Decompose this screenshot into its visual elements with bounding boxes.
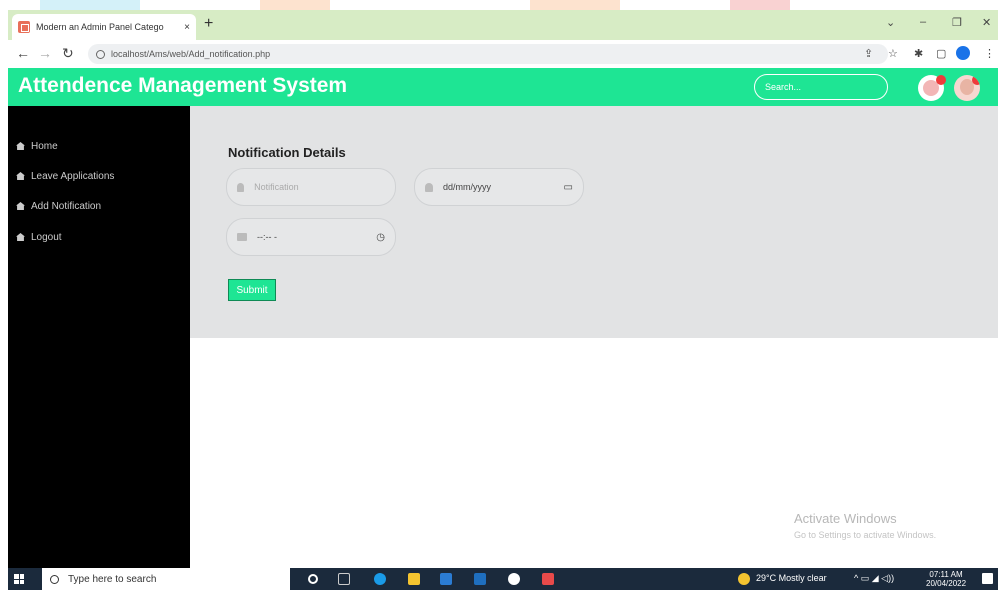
clock-time: 07:11 AM (929, 570, 963, 579)
sidebar-item-logout[interactable]: Logout (16, 229, 62, 245)
tab-close-icon[interactable]: × (184, 22, 190, 33)
home-icon (16, 142, 25, 150)
clock-date: 20/04/2022 (926, 579, 967, 588)
file-explorer-icon[interactable] (408, 573, 420, 585)
search-icon (50, 574, 59, 584)
envelope-icon (237, 233, 247, 241)
time-input[interactable]: --:-- - (257, 232, 376, 242)
date-field[interactable]: dd/mm/yyyy ▭ (414, 168, 584, 206)
windows-start-icon[interactable] (14, 574, 24, 584)
search-input[interactable] (754, 74, 888, 100)
edge-browser-icon[interactable] (374, 573, 386, 585)
date-input[interactable]: dd/mm/yyyy (443, 182, 564, 192)
task-view-icon[interactable] (338, 573, 350, 585)
home-icon (16, 202, 25, 210)
home-icon (16, 172, 25, 180)
site-info-icon[interactable] (96, 49, 105, 59)
menu-kebab-icon[interactable]: ⋮ (984, 47, 995, 60)
close-window-button[interactable]: ✕ (982, 16, 991, 29)
weather-text[interactable]: 29°C Mostly clear (756, 573, 827, 583)
profile-avatar-icon[interactable] (956, 46, 970, 60)
favicon-icon (18, 21, 30, 33)
forward-arrow-icon[interactable]: → (38, 45, 52, 61)
address-bar[interactable]: localhost/Ams/web/Add_notification.php (88, 44, 888, 64)
side-panel-icon[interactable]: ▢ (936, 47, 946, 60)
minimize-button[interactable]: – (920, 16, 926, 28)
calendar-icon[interactable]: ▭ (564, 182, 573, 193)
tab-title: Modern an Admin Panel Catego (36, 22, 164, 32)
taskbar-search[interactable]: Type here to search (42, 568, 290, 590)
activate-windows-subtitle: Go to Settings to activate Windows. (794, 530, 937, 540)
maximize-button[interactable]: ❐ (952, 16, 962, 29)
action-center-icon[interactable] (982, 573, 993, 584)
cortana-icon[interactable] (308, 574, 318, 584)
weather-moon-icon[interactable] (738, 573, 750, 585)
user-icon (237, 182, 245, 192)
reload-icon[interactable]: ↻ (62, 45, 74, 62)
notification-input[interactable] (254, 182, 385, 192)
app-title: Attendence Management System (18, 74, 348, 97)
taskbar-clock[interactable]: 07:11 AM 20/04/2022 (926, 570, 966, 588)
avatar-badge (972, 75, 980, 85)
user-avatar[interactable] (954, 75, 980, 101)
bookmark-star-icon[interactable]: ☆ (888, 47, 898, 60)
sidebar-item-leave-applications[interactable]: Leave Applications (16, 168, 114, 184)
browser-tab-bar: Modern an Admin Panel Catego × + ⌄ – ❐ ✕ (8, 10, 998, 40)
submit-button[interactable]: Submit (228, 279, 276, 301)
system-tray-icons[interactable]: ^ ▭ ◢ ◁)) (854, 573, 894, 584)
top-strip (0, 0, 998, 10)
sidebar-item-home[interactable]: Home (16, 138, 58, 154)
extensions-icon[interactable]: ✱ (914, 47, 923, 60)
notification-badge (936, 75, 946, 85)
new-tab-button[interactable]: + (204, 15, 213, 33)
sidebar-item-label: Leave Applications (31, 170, 115, 182)
tab-search-icon[interactable]: ⌄ (886, 16, 895, 29)
sidebar-item-label: Logout (31, 231, 62, 243)
sidebar-item-label: Add Notification (31, 200, 102, 212)
clock-icon[interactable]: ◷ (376, 232, 385, 243)
back-arrow-icon[interactable]: ← (16, 45, 30, 61)
sidebar: Home Leave Applications Add Notification… (8, 106, 190, 568)
notification-bell-icon[interactable] (918, 75, 946, 101)
form-title: Notification Details (228, 145, 346, 160)
activate-windows-title: Activate Windows (794, 511, 897, 526)
user-icon (425, 182, 433, 192)
home-icon (16, 233, 25, 241)
store-icon[interactable] (440, 573, 452, 585)
taskbar-search-text: Type here to search (68, 573, 157, 585)
notification-field[interactable] (226, 168, 396, 206)
browser-tab[interactable]: Modern an Admin Panel Catego × (12, 14, 196, 40)
browser-toolbar: ← → ↻ localhost/Ams/web/Add_notification… (8, 40, 998, 68)
share-icon[interactable]: ⇪ (864, 47, 873, 60)
xampp-icon[interactable] (542, 573, 554, 585)
url-text: localhost/Ams/web/Add_notification.php (111, 49, 271, 59)
sidebar-item-add-notification[interactable]: Add Notification (16, 198, 101, 214)
sidebar-item-label: Home (31, 140, 58, 152)
chrome-icon[interactable] (508, 573, 520, 585)
taskbar: Type here to search 29°C Mostly clear ^ … (8, 568, 998, 590)
mail-icon[interactable] (474, 573, 486, 585)
time-field[interactable]: --:-- - ◷ (226, 218, 396, 256)
app-header: Attendence Management System (8, 68, 998, 106)
screen: Modern an Admin Panel Catego × + ⌄ – ❐ ✕… (0, 0, 998, 590)
